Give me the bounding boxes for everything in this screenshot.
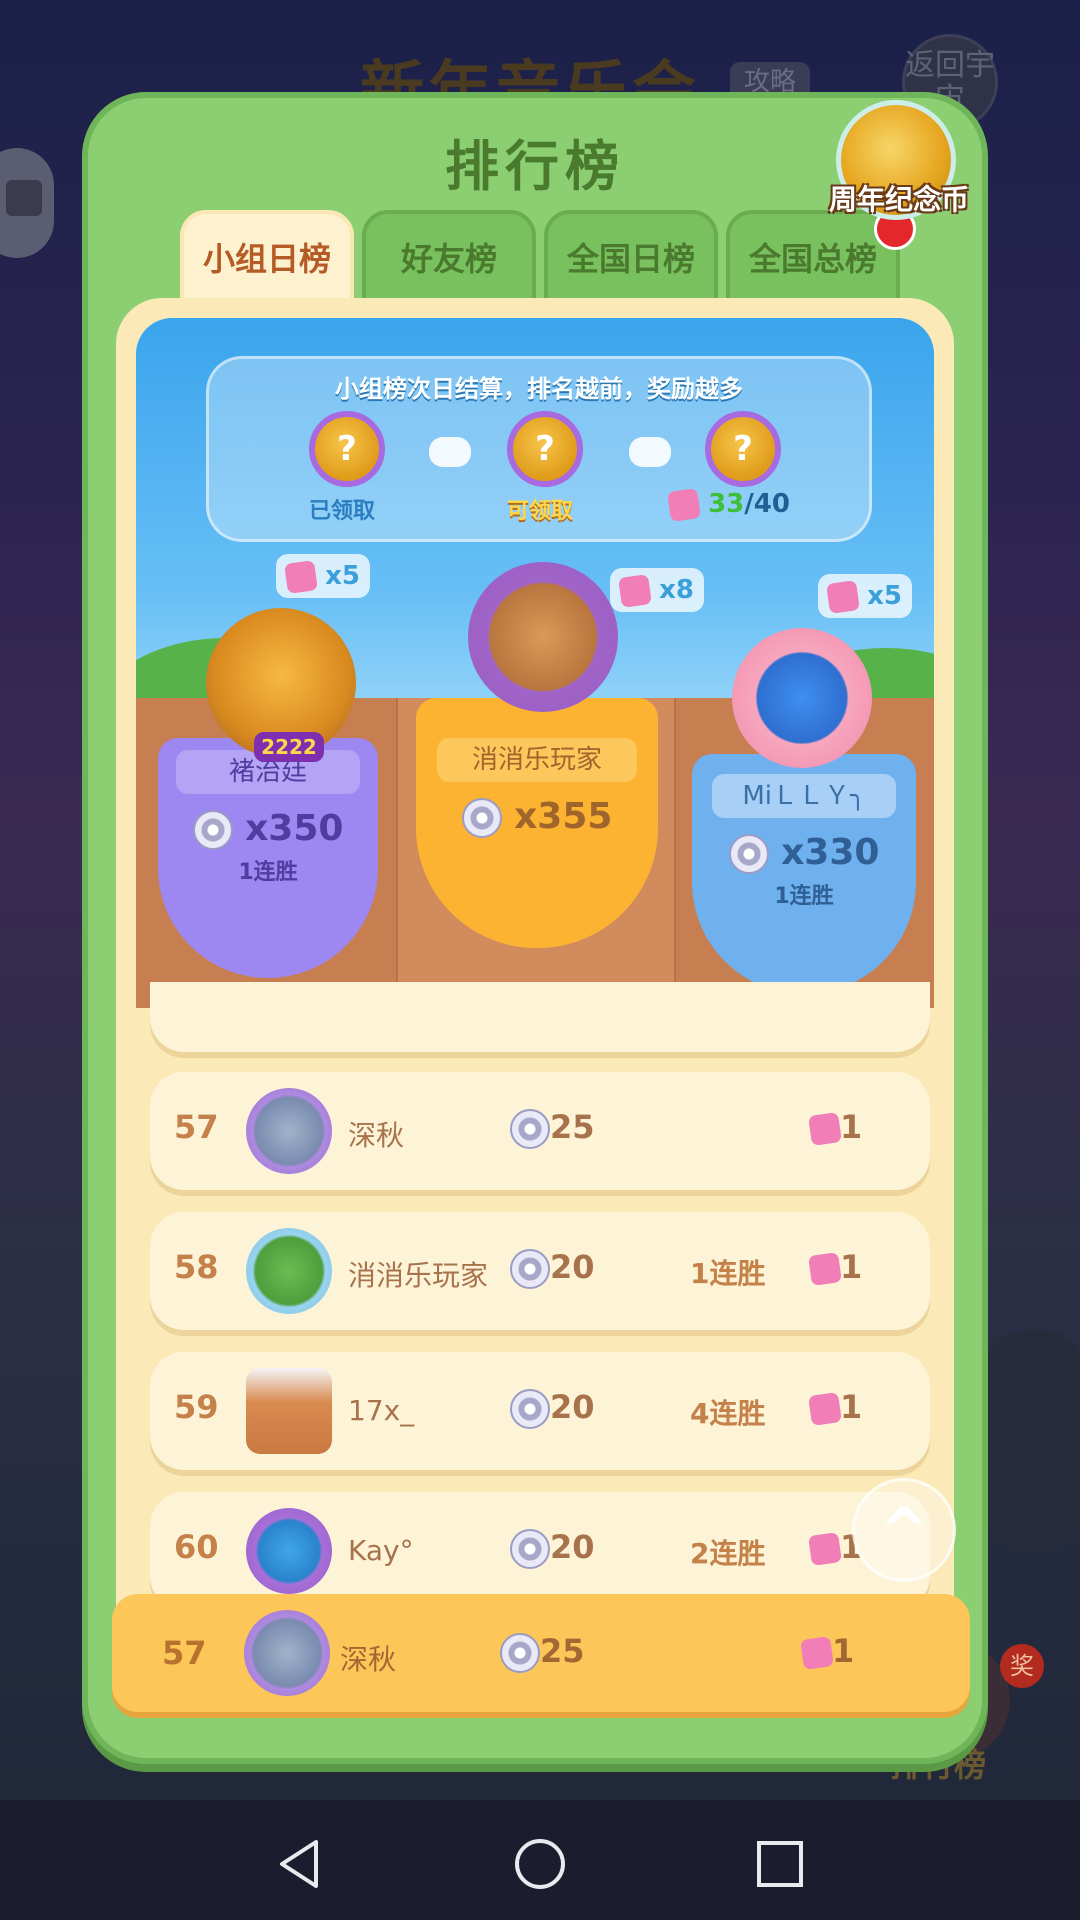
puzzle-fragment-icon [800, 1636, 834, 1670]
third-place-shield[interactable]: MiＬＬＹ╮ x330 1连胜 [692, 754, 916, 994]
chevron-up-icon[interactable]: ^ [852, 1478, 956, 1582]
row-name: 消消乐玩家 [348, 1259, 489, 1292]
system-navigation-bar [0, 1800, 1080, 1920]
puzzle-fragment-icon [808, 1252, 842, 1286]
second-place-score: x350 [158, 808, 378, 850]
puzzle-fragment-icon [667, 487, 701, 522]
row-name: Kay° [348, 1534, 414, 1567]
avatar[interactable] [244, 1610, 330, 1696]
row-rank: 58 [174, 1248, 219, 1286]
table-row[interactable]: 60 Kay° 20 2连胜 1 [150, 1492, 930, 1610]
reward-notice-panel: 小组榜次日结算，排名越前，奖励越多 ? ? ? 已领取 可领取 33/40 [206, 356, 872, 542]
background-side-bubble [980, 1330, 1080, 1550]
avatar[interactable] [246, 1368, 332, 1454]
my-score: 25 [500, 1632, 585, 1673]
puzzle-icon [6, 180, 42, 216]
reward-chest-locked[interactable]: ? [705, 411, 781, 487]
third-place-name: MiＬＬＹ╮ [712, 774, 896, 818]
arrow-right-icon [429, 437, 471, 467]
row-streak: 1连胜 [690, 1257, 766, 1290]
puzzle-fragment-icon [808, 1392, 842, 1426]
reward-chest-claimable[interactable]: ? [507, 411, 583, 487]
cd-disc-icon [461, 798, 502, 838]
my-reward: 1 [800, 1632, 854, 1670]
row-score: 25 [510, 1108, 595, 1149]
first-reward-bubble: x8 [610, 568, 704, 612]
puzzle-fragment-icon [284, 559, 318, 594]
first-reward-count: x8 [659, 575, 694, 605]
row-rank: 57 [174, 1108, 219, 1146]
row-score: 20 [510, 1528, 595, 1569]
row-name: 深秋 [348, 1119, 405, 1152]
chest-label-claimable: 可领取 [507, 499, 574, 524]
third-place-score: x330 [692, 832, 916, 874]
side-puzzle-button [0, 148, 54, 258]
row-rank: 60 [174, 1528, 219, 1566]
first-place-shield[interactable]: 消消乐玩家 x355 [416, 698, 658, 948]
row-score: 20 [510, 1248, 595, 1289]
cd-disc-icon [510, 1389, 550, 1429]
row-streak: 2连胜 [690, 1537, 766, 1570]
cd-disc-icon [728, 834, 769, 874]
second-place-streak: 1连胜 [238, 860, 298, 885]
second-reward-count: x5 [325, 561, 360, 591]
row-score: 20 [510, 1388, 595, 1429]
row-streak: 4连胜 [690, 1397, 766, 1430]
my-rank-row[interactable]: 57 深秋 25 1 [112, 1594, 970, 1712]
puzzle-fragment-icon [808, 1532, 842, 1566]
third-reward-count: x5 [867, 581, 902, 611]
leaderboard-modal: 排行榜 ✖ 小组日榜 好友榜 全国日榜 全国总榜 小组榜次日结算，排名越前，奖励… [82, 92, 988, 1764]
tab-national-daily[interactable]: 全国日榜 [544, 210, 718, 306]
first-place-avatar[interactable] [468, 562, 618, 712]
back-triangle-icon[interactable] [270, 1834, 330, 1894]
recents-square-icon[interactable] [750, 1834, 810, 1894]
background-reward-badge: 奖 [1000, 1644, 1044, 1688]
puzzle-fragment-icon [826, 579, 860, 614]
arrow-right-icon [629, 437, 671, 467]
cd-disc-icon [510, 1529, 550, 1569]
first-place-score: x355 [416, 796, 658, 838]
second-place-shield[interactable]: 褚治廷 x350 1连胜 [158, 738, 378, 978]
table-row[interactable]: 57 深秋 25 1 [150, 1072, 930, 1190]
second-place-level-badge: 2222 [254, 732, 324, 762]
fragment-progress: 33/40 [667, 487, 790, 522]
puzzle-fragment-icon [808, 1112, 842, 1146]
row-name: 17x_ [348, 1394, 415, 1427]
row-reward: 1 [808, 1248, 862, 1286]
cd-disc-icon [510, 1249, 550, 1289]
row-reward: 1 [808, 1388, 862, 1426]
third-place-avatar[interactable] [732, 628, 872, 768]
row-reward: 1 [808, 1108, 862, 1146]
third-reward-bubble: x5 [818, 574, 912, 618]
table-row[interactable]: 59 17x_ 20 4连胜 1 [150, 1352, 930, 1470]
progress-total: /40 [744, 489, 790, 519]
avatar[interactable] [246, 1228, 332, 1314]
reward-notice-text: 小组榜次日结算，排名越前，奖励越多 [335, 375, 743, 403]
progress-current: 33 [708, 489, 745, 519]
avatar[interactable] [246, 1088, 332, 1174]
list-item-partial [150, 982, 930, 1052]
anniversary-coin-label: 周年纪念币 [828, 183, 969, 216]
leaderboard-content: 小组榜次日结算，排名越前，奖励越多 ? ? ? 已领取 可领取 33/40 x5… [116, 298, 954, 1718]
tab-friends[interactable]: 好友榜 [362, 210, 536, 306]
cd-disc-icon [510, 1109, 550, 1149]
cd-disc-icon [192, 810, 233, 850]
reward-chest-claimed[interactable]: ? [309, 411, 385, 487]
avatar[interactable] [246, 1508, 332, 1594]
home-circle-icon[interactable] [510, 1834, 570, 1894]
puzzle-fragment-icon [618, 573, 652, 608]
chest-label-claimed: 已领取 [309, 499, 376, 524]
podium-scene: 小组榜次日结算，排名越前，奖励越多 ? ? ? 已领取 可领取 33/40 x5… [136, 318, 934, 1008]
my-rank: 57 [162, 1634, 207, 1672]
cd-disc-icon [500, 1633, 540, 1673]
table-row[interactable]: 58 消消乐玩家 20 1连胜 1 [150, 1212, 930, 1330]
third-place-streak: 1连胜 [774, 884, 834, 909]
row-rank: 59 [174, 1388, 219, 1426]
first-place-name: 消消乐玩家 [437, 738, 637, 782]
my-name: 深秋 [340, 1643, 397, 1676]
second-reward-bubble: x5 [276, 554, 370, 598]
